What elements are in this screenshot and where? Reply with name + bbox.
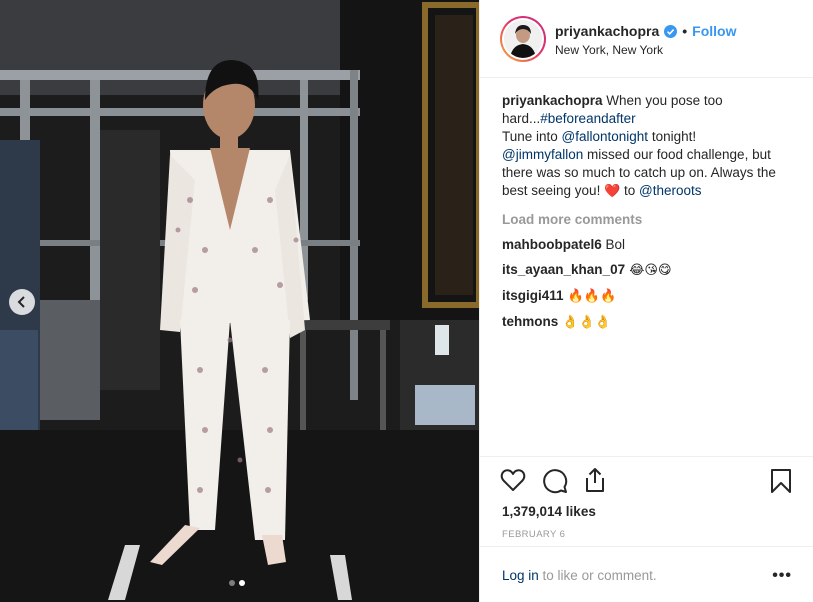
caption-text: to	[620, 183, 640, 198]
share-button[interactable]	[583, 467, 607, 493]
comment-text: Bol	[601, 237, 626, 252]
carousel-prev-button[interactable]	[9, 289, 35, 315]
post-date[interactable]: FEBRUARY 6	[502, 529, 565, 540]
mention-link[interactable]: @theroots	[639, 183, 701, 198]
photo-scene	[0, 0, 479, 602]
chevron-left-icon	[17, 296, 25, 308]
more-icon: •••	[772, 567, 792, 584]
post-header: priyankachopra • Follow New York, New Yo…	[480, 0, 813, 78]
login-prompt-text: to like or comment.	[538, 568, 657, 583]
caption-username[interactable]: priyankachopra	[502, 93, 603, 108]
caption-text: Tune into	[502, 129, 562, 144]
comment-button[interactable]	[542, 468, 568, 494]
caption-text: tonight!	[648, 129, 697, 144]
post-username[interactable]: priyankachopra	[555, 23, 659, 39]
save-button[interactable]	[770, 468, 792, 494]
comment-item: mahboobpatel6 Bol	[502, 236, 792, 254]
share-icon	[586, 468, 604, 492]
carousel-indicator	[229, 580, 245, 586]
post-location[interactable]: New York, New York	[555, 43, 663, 57]
comment-username[interactable]: itsgigi411	[502, 288, 564, 303]
post-actions: 1,379,014 likes FEBRUARY 6	[480, 456, 813, 546]
post-caption: priyankachopra When you pose too hard...…	[502, 92, 792, 201]
comment-item: tehmons 👌👌👌	[502, 313, 792, 332]
post-photo[interactable]	[0, 0, 479, 602]
comment-text: 🔥🔥🔥	[563, 289, 617, 304]
comment-item: itsgigi411 🔥🔥🔥	[502, 287, 792, 306]
comment-text: 😂😘😋	[625, 263, 672, 278]
comment-icon	[543, 469, 568, 494]
post-side-panel: priyankachopra • Follow New York, New Yo…	[479, 0, 813, 602]
heart-icon	[500, 469, 526, 491]
hashtag-link[interactable]: #beforeandafter	[540, 111, 635, 126]
bookmark-icon	[771, 469, 791, 493]
comments-section: priyankachopra When you pose too hard...…	[502, 92, 792, 332]
login-prompt: Log in to like or comment.	[502, 568, 657, 583]
verified-badge-icon	[664, 24, 678, 38]
load-more-comments-button[interactable]: Load more comments	[502, 211, 792, 229]
carousel-dot-1	[229, 580, 235, 586]
comment-item: its_ayaan_khan_07 😂😘😋	[502, 261, 792, 280]
heart-emoji: ❤️	[604, 184, 621, 199]
likes-count[interactable]: 1,379,014 likes	[502, 504, 596, 519]
header-separator: •	[682, 23, 688, 39]
more-options-button[interactable]: •••	[772, 567, 792, 585]
post-footer: Log in to like or comment. •••	[480, 546, 813, 602]
like-button[interactable]	[500, 468, 526, 492]
carousel-dot-2	[239, 580, 245, 586]
follow-button[interactable]: Follow	[692, 23, 736, 39]
mention-link[interactable]: @fallontonight	[562, 129, 649, 144]
comment-text: 👌👌👌	[558, 315, 611, 330]
comment-username[interactable]: its_ayaan_khan_07	[502, 262, 625, 277]
login-link[interactable]: Log in	[502, 568, 539, 583]
comment-username[interactable]: tehmons	[502, 314, 558, 329]
mention-link[interactable]: @jimmyfallon	[502, 147, 583, 162]
comment-username[interactable]: mahboobpatel6	[502, 237, 602, 252]
avatar[interactable]	[500, 16, 546, 62]
avatar-image	[504, 20, 542, 58]
